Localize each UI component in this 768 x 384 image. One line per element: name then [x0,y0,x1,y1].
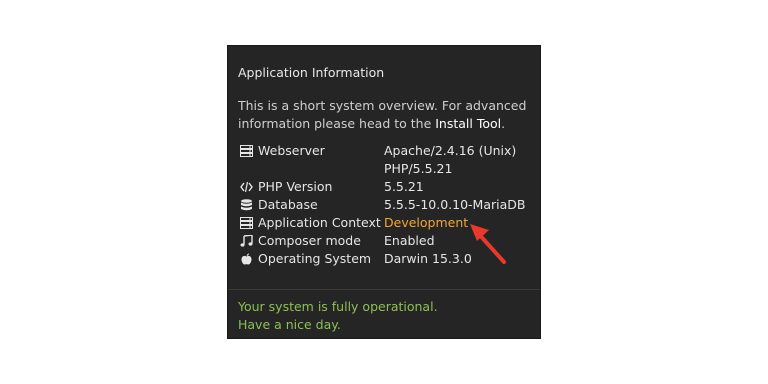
info-label: Composer mode [258,233,361,248]
system-status: Your system is fully operational. Have a… [238,298,438,334]
panel-title: Application Information [238,65,385,80]
server-icon [240,217,253,229]
info-value-secondary: PHP/5.5.21 [384,161,453,176]
info-row-webserver: Webserver Apache/2.4.16 (Unix) PHP/5.5.2… [238,142,538,178]
info-label: Operating System [258,251,372,266]
install-tool-link[interactable]: Install Tool [435,116,501,131]
divider [228,289,540,290]
status-line: Your system is fully operational. [238,299,438,314]
apple-icon [241,253,252,265]
intro-text-end: . [501,116,506,131]
info-value: 5.5.5-10.0.10-MariaDB [384,197,526,212]
database-icon [241,199,252,211]
code-icon [240,181,253,193]
intro-text: This is a short system overview. For adv… [238,97,530,133]
info-value: 5.5.21 [384,179,424,194]
info-value: Enabled [384,233,435,248]
info-value-context: Development [384,215,469,230]
annotation-arrow-icon [470,224,506,264]
info-label: Database [258,197,318,212]
info-value: Apache/2.4.16 (Unix) [384,143,517,158]
info-value: Darwin 15.3.0 [384,251,472,266]
status-line: Have a nice day. [238,317,341,332]
info-label: Application Context [258,215,381,230]
server-icon [240,145,253,157]
info-row-database: Database 5.5.5-10.0.10-MariaDB [238,196,538,214]
info-label: PHP Version [258,179,333,194]
music-note-icon [240,235,253,247]
system-information-panel: Application Information This is a short … [227,45,541,339]
info-row-php-version: PHP Version 5.5.21 [238,178,538,196]
info-label: Webserver [258,143,325,158]
